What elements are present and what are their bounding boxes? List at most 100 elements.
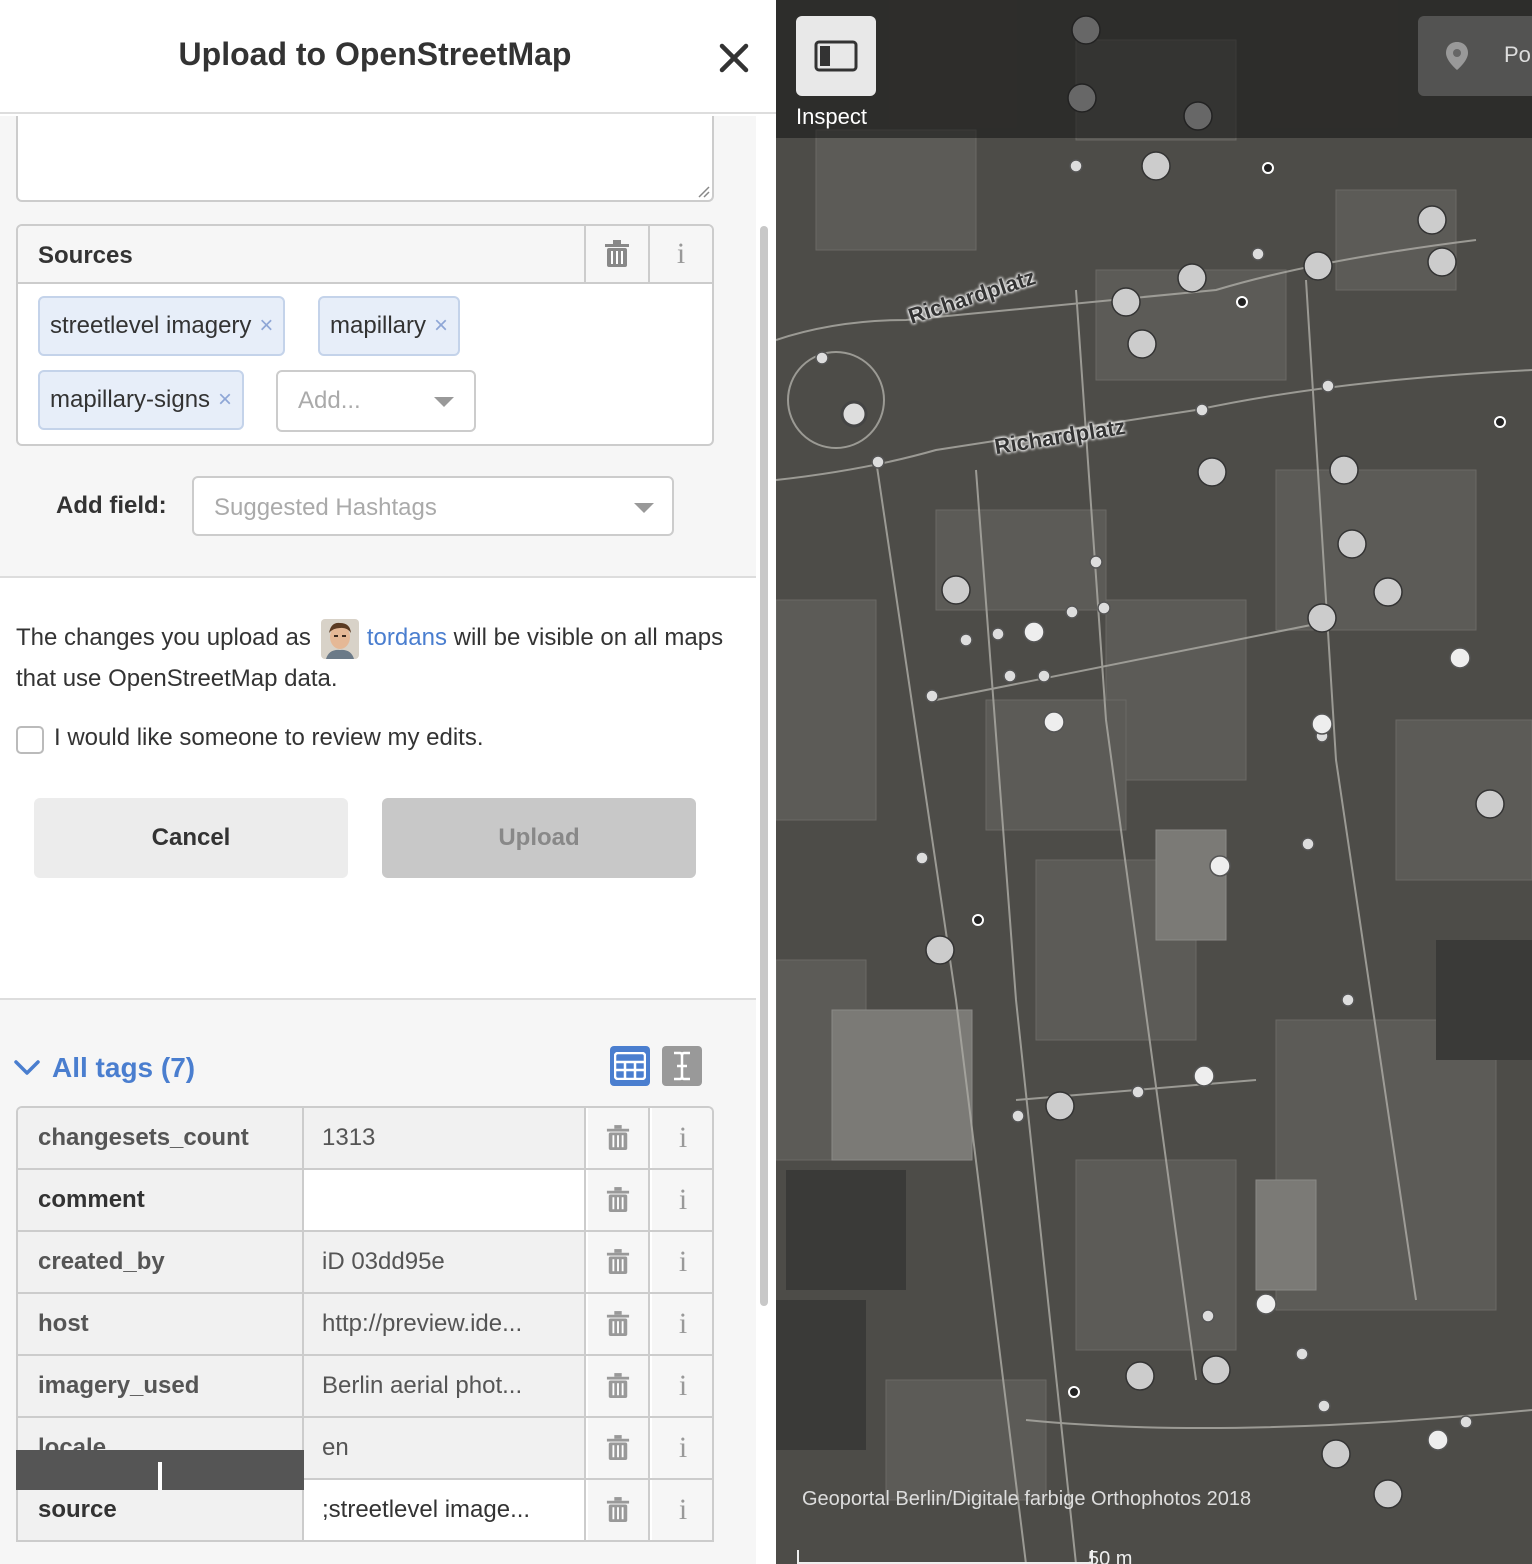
chevron-down-icon — [14, 1060, 40, 1075]
tag-value[interactable]: http://preview.ide... — [304, 1294, 586, 1354]
tag-value[interactable]: en — [304, 1418, 586, 1478]
tag-delete-button[interactable] — [588, 1480, 650, 1540]
source-chip-streetlevel-imagery: streetlevel imagery × — [38, 296, 286, 356]
chip-remove-icon[interactable]: × — [259, 312, 283, 339]
page-title: Upload to OpenStreetMap — [178, 36, 572, 72]
tag-key[interactable]: host — [18, 1294, 304, 1354]
map-pin-icon — [1446, 42, 1468, 70]
info-icon: i — [678, 1307, 688, 1340]
tag-value[interactable]: 1313 — [304, 1108, 586, 1168]
sidebar-body: Sources i streetlevel imagery × mapillar… — [0, 116, 756, 1564]
close-button[interactable] — [712, 36, 756, 80]
tag-delete-button[interactable] — [588, 1108, 650, 1168]
info-icon: i — [678, 1245, 688, 1278]
info-icon: i — [678, 1493, 688, 1526]
table-list-icon — [614, 1052, 646, 1080]
sources-info-button[interactable]: i — [648, 226, 712, 282]
add-tag-button[interactable] — [16, 1450, 304, 1490]
scale-label: 50 m — [1088, 1548, 1133, 1564]
add-field-placeholder: Suggested Hashtags — [214, 494, 437, 521]
tag-info-button[interactable]: i — [652, 1294, 712, 1354]
sources-field: Sources i streetlevel imagery × mapillar… — [16, 224, 714, 446]
trash-icon — [606, 1311, 630, 1336]
tag-key[interactable]: changesets_count — [18, 1108, 304, 1168]
tag-row: changesets_count 1313 i — [18, 1108, 712, 1170]
chip-remove-icon[interactable]: × — [434, 312, 458, 339]
sources-add-input[interactable]: Add... — [276, 370, 476, 432]
user-avatar — [320, 618, 359, 659]
tag-info-button[interactable]: i — [652, 1356, 712, 1416]
upload-button[interactable]: Upload — [382, 798, 696, 878]
close-icon — [719, 43, 749, 73]
info-icon: i — [678, 1183, 688, 1216]
info-icon: i — [676, 237, 686, 270]
sources-field-header: Sources i — [18, 226, 712, 284]
add-point-label: Poi — [1504, 42, 1532, 67]
sidebar-header: Upload to OpenStreetMap — [0, 0, 776, 114]
tag-value[interactable]: Berlin aerial phot... — [304, 1356, 586, 1416]
add-field-label: Add field: — [56, 492, 167, 519]
tag-info-button[interactable]: i — [652, 1108, 712, 1168]
tag-key[interactable]: imagery_used — [18, 1356, 304, 1416]
tag-key[interactable]: created_by — [18, 1232, 304, 1292]
tag-delete-button[interactable] — [588, 1170, 650, 1230]
info-icon: i — [678, 1369, 688, 1402]
trash-icon — [606, 1435, 630, 1460]
text-view-button[interactable] — [662, 1046, 702, 1086]
review-label: I would like someone to review my edits. — [54, 724, 484, 751]
inspect-label: Inspect — [796, 104, 867, 129]
upload-sidebar: Upload to OpenStreetMap Sources i street… — [0, 0, 776, 1564]
aerial-imagery — [776, 0, 1532, 1564]
trash-icon — [605, 240, 629, 267]
sources-add-placeholder: Add... — [298, 387, 361, 414]
tag-delete-button[interactable] — [588, 1418, 650, 1478]
resize-handle-icon[interactable] — [696, 184, 710, 198]
plus-icon — [158, 1462, 162, 1490]
source-chip-mapillary: mapillary × — [318, 296, 461, 356]
text-cursor-icon — [674, 1051, 690, 1081]
tag-value[interactable]: iD 03dd95e — [304, 1232, 586, 1292]
source-chip-mapillary-signs: mapillary-signs × — [38, 370, 245, 430]
tag-info-button[interactable]: i — [652, 1232, 712, 1292]
upload-info-text: The changes you upload as tordans will b… — [16, 618, 726, 699]
chevron-down-icon — [634, 503, 654, 513]
sources-label: Sources — [38, 242, 133, 269]
tag-row: imagery_used Berlin aerial phot... i — [18, 1356, 712, 1418]
tag-row: host http://preview.ide... i — [18, 1294, 712, 1356]
chevron-down-icon — [434, 397, 454, 407]
tag-delete-button[interactable] — [588, 1294, 650, 1354]
trash-icon — [606, 1187, 630, 1212]
tag-info-button[interactable]: i — [652, 1170, 712, 1230]
add-point-button[interactable]: Poi — [1418, 16, 1532, 96]
trash-icon — [606, 1497, 630, 1522]
trash-icon — [606, 1125, 630, 1150]
list-view-button[interactable] — [610, 1046, 650, 1086]
inspect-button[interactable] — [796, 16, 876, 96]
sidebar-toggle-icon — [814, 40, 858, 72]
tag-value[interactable] — [304, 1170, 586, 1230]
tag-delete-button[interactable] — [588, 1232, 650, 1292]
tag-info-button[interactable]: i — [652, 1418, 712, 1478]
info-icon: i — [678, 1431, 688, 1464]
tag-info-button[interactable]: i — [652, 1480, 712, 1540]
tag-key[interactable]: comment — [18, 1170, 304, 1230]
changeset-fields: Sources i streetlevel imagery × mapillar… — [0, 116, 756, 576]
scale-bar — [797, 1550, 1093, 1564]
sources-delete-button[interactable] — [584, 226, 648, 282]
info-icon: i — [678, 1121, 688, 1154]
tag-row: created_by iD 03dd95e i — [18, 1232, 712, 1294]
tag-value[interactable]: ;streetlevel image... — [304, 1480, 586, 1540]
cancel-button[interactable]: Cancel — [34, 798, 348, 878]
imagery-attribution[interactable]: Geoportal Berlin/Digitale farbige Orthop… — [802, 1488, 1251, 1511]
username-link[interactable]: tordans — [367, 624, 447, 651]
map-view[interactable]: Richardplatz Richardplatz Inspect Poi Ge… — [776, 0, 1532, 1564]
tag-delete-button[interactable] — [588, 1356, 650, 1416]
comment-textarea[interactable] — [16, 116, 714, 202]
add-field-combo[interactable]: Suggested Hashtags — [192, 476, 674, 536]
sidebar-scrollbar[interactable] — [760, 226, 768, 1306]
chip-remove-icon[interactable]: × — [218, 386, 242, 413]
all-tags-label: All tags (7) — [52, 1052, 196, 1083]
trash-icon — [606, 1373, 630, 1398]
upload-section: The changes you upload as tordans will b… — [0, 576, 756, 1000]
review-checkbox[interactable] — [16, 726, 44, 754]
